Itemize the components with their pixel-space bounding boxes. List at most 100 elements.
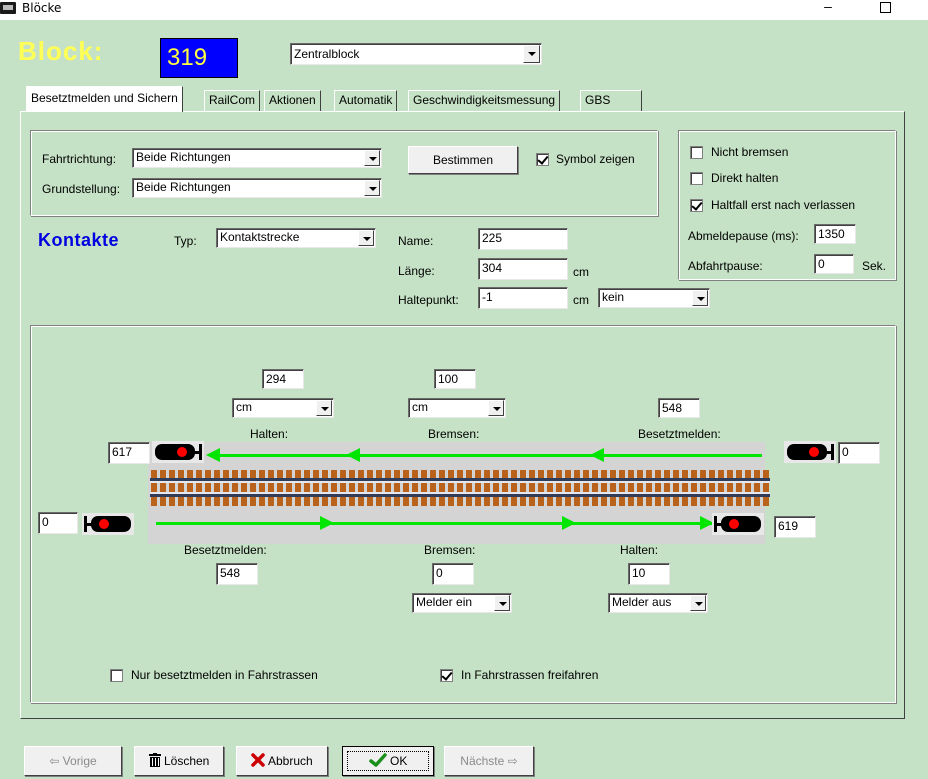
name-label: Name:: [398, 234, 434, 248]
vorige-label: Vorige: [62, 754, 97, 768]
minimize-icon[interactable]: –: [818, 0, 838, 18]
arrow-right-icon: [320, 516, 334, 530]
chevron-down-icon[interactable]: [692, 290, 708, 306]
abbruch-button[interactable]: Abbruch: [236, 746, 328, 776]
nicht-bremsen-label: Nicht bremsen: [711, 145, 789, 159]
bottom-halten-input[interactable]: 10: [628, 563, 670, 585]
symbol-zeigen-checkbox[interactable]: [536, 153, 549, 166]
block-name-select[interactable]: Zentralblock: [290, 43, 542, 65]
chevron-down-icon[interactable]: [494, 595, 510, 611]
typ-value: Kontaktstrecke: [220, 230, 300, 244]
chevron-down-icon[interactable]: [316, 400, 332, 416]
arrow-left-icon: [590, 448, 604, 462]
naechste-label: Nächste: [460, 754, 505, 768]
arrow-right-icon: ⇨: [504, 754, 518, 768]
bottom-right-signal-input[interactable]: 619: [774, 516, 816, 538]
naechste-button[interactable]: Nächste ⇨: [444, 746, 534, 776]
tab-railcom[interactable]: RailCom: [204, 90, 261, 111]
top-bremsen-unit-value: cm: [412, 400, 428, 414]
abfahrtpause-unit: Sek.: [862, 259, 887, 273]
signal-icon[interactable]: [712, 513, 764, 535]
haltepunkt-mode-select[interactable]: kein: [598, 288, 710, 308]
app-window-icon: [0, 2, 16, 14]
top-halten-unit-value: cm: [236, 400, 252, 414]
bestimmen-button[interactable]: Bestimmen: [408, 146, 518, 174]
bottom-halten-mode-value: Melder aus: [612, 595, 672, 609]
bottom-left-signal-input[interactable]: 0: [38, 512, 78, 534]
chevron-down-icon[interactable]: [364, 150, 380, 166]
abfahrtpause-label: Abfahrtpause:: [688, 259, 763, 273]
fahrtrichtung-label: Fahrtrichtung:: [42, 152, 117, 166]
nur-besetztmelden-checkbox[interactable]: [110, 669, 123, 682]
top-besetztmelden-label: Besetztmelden:: [638, 427, 721, 441]
tab-besetztmelden[interactable]: Besetztmelden und Sichern: [26, 86, 183, 112]
direkt-halten-checkbox[interactable]: [690, 172, 703, 185]
tab-gbs[interactable]: GBS: [580, 90, 642, 111]
trash-icon: [148, 753, 161, 767]
bottom-direction-line: [156, 522, 712, 525]
haltfall-checkbox[interactable]: [690, 199, 703, 212]
cross-icon: [251, 753, 266, 767]
bottom-halten-mode-select[interactable]: Melder aus: [608, 593, 708, 613]
top-left-signal-input[interactable]: 617: [108, 442, 150, 464]
abbruch-label: Abbruch: [267, 754, 313, 768]
laenge-label: Länge:: [398, 264, 435, 278]
bottom-besetztmelden-input[interactable]: 548: [216, 563, 258, 585]
grundstellung-label: Grundstellung:: [42, 182, 121, 196]
signal-icon[interactable]: [82, 513, 134, 535]
top-halten-label: Halten:: [250, 427, 289, 441]
bottom-bremsen-label: Bremsen:: [424, 543, 476, 557]
vorige-button[interactable]: ⇦ Vorige: [24, 746, 122, 776]
ok-button[interactable]: OK: [342, 746, 434, 776]
freifahren-checkbox[interactable]: [440, 669, 453, 682]
top-besetztmelden-input[interactable]: 548: [658, 398, 700, 418]
abmeldepause-input[interactable]: 1350: [814, 224, 856, 244]
loeschen-button[interactable]: Löschen: [134, 746, 224, 776]
direkt-halten-label: Direkt halten: [711, 171, 779, 185]
abmeldepause-label: Abmeldepause (ms):: [688, 229, 799, 243]
top-halten-input[interactable]: 294: [262, 369, 304, 389]
tab-automatik[interactable]: Automatik: [334, 90, 398, 111]
top-halten-unit-select[interactable]: cm: [232, 398, 334, 418]
tab-geschwindigkeitsmessung[interactable]: Geschwindigkeitsmessung: [408, 90, 561, 111]
grundstellung-value: Beide Richtungen: [136, 180, 231, 194]
window-title: Blöcke: [22, 1, 62, 15]
laenge-unit: cm: [573, 265, 589, 279]
bottom-besetztmelden-label: Besetztmelden:: [184, 543, 267, 557]
loeschen-label: Löschen: [163, 754, 210, 768]
laenge-input[interactable]: 304: [478, 258, 568, 280]
maximize-icon[interactable]: [878, 0, 892, 14]
track-rails: [150, 470, 770, 506]
arrow-left-icon: [206, 448, 220, 462]
chevron-down-icon[interactable]: [690, 595, 706, 611]
top-bremsen-input[interactable]: 100: [434, 369, 476, 389]
top-bremsen-unit-select[interactable]: cm: [408, 398, 506, 418]
top-right-signal-input[interactable]: 0: [838, 442, 880, 464]
kontakte-heading: Kontakte: [38, 230, 120, 250]
typ-select[interactable]: Kontaktstrecke: [216, 228, 376, 248]
fahrtrichtung-select[interactable]: Beide Richtungen: [132, 148, 382, 168]
title-bar: Blöcke –: [0, 0, 928, 20]
signal-icon[interactable]: [152, 441, 204, 463]
chevron-down-icon[interactable]: [488, 400, 504, 416]
bottom-bremsen-input[interactable]: 0: [432, 563, 474, 585]
haltepunkt-mode-value: kein: [602, 290, 625, 304]
haltepunkt-input[interactable]: -1: [478, 287, 568, 309]
typ-label: Typ:: [174, 234, 197, 248]
fahrtrichtung-value: Beide Richtungen: [136, 150, 231, 164]
name-input[interactable]: 225: [478, 228, 568, 250]
chevron-down-icon[interactable]: [364, 180, 380, 196]
signal-icon[interactable]: [784, 441, 836, 463]
nicht-bremsen-checkbox[interactable]: [690, 146, 703, 159]
tab-aktionen[interactable]: Aktionen: [264, 90, 321, 111]
haltepunkt-unit: cm: [573, 293, 589, 307]
arrow-left-icon: ⇦: [49, 754, 63, 768]
abfahrtpause-input[interactable]: 0: [814, 254, 854, 274]
chevron-down-icon[interactable]: [358, 230, 374, 246]
block-name-value: Zentralblock: [294, 47, 360, 61]
bottom-bremsen-mode-select[interactable]: Melder ein: [412, 593, 512, 613]
chevron-down-icon[interactable]: [523, 45, 540, 63]
bottom-bremsen-mode-value: Melder ein: [416, 595, 473, 609]
freifahren-label: In Fahrstrassen freifahren: [461, 668, 599, 682]
grundstellung-select[interactable]: Beide Richtungen: [132, 178, 382, 198]
